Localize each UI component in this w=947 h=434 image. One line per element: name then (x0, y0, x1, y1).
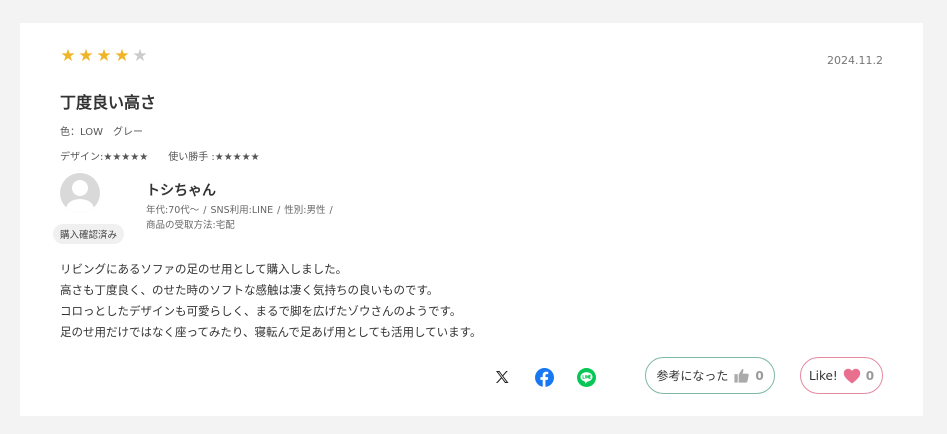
facebook-icon (534, 367, 554, 387)
share-x-button[interactable] (492, 367, 512, 387)
usability-rating: 使い勝手 :★★★★★ (168, 152, 260, 163)
review-body-line: 高さも丁度良く、のせた時のソフトな感触は凄く気持ちの良いものです。 (60, 283, 439, 297)
helpful-button[interactable]: 参考になった 0 (645, 357, 775, 394)
design-rating: デザイン:★★★★★ (60, 152, 149, 163)
star-filled-icon: ★ (60, 46, 76, 66)
review-date: 2024.11.2 (827, 54, 883, 67)
share-line-button[interactable] (576, 367, 596, 387)
star-filled-icon: ★ (78, 46, 94, 66)
like-button[interactable]: Like! 0 (800, 357, 883, 394)
review-body-line: コロっとしたデザインも可愛らしく、まるで脚を広げたゾウさんのようです。 (60, 304, 462, 318)
sub-ratings: デザイン:★★★★★ 使い勝手 :★★★★★ (60, 148, 260, 163)
star-rating: ★ ★ ★ ★ ★ (60, 48, 148, 65)
reviewer-sns: SNS利用:LINE (210, 205, 274, 216)
review-card: ★ ★ ★ ★ ★ 2024.11.2 丁度良い高さ 色：LOW グレー デザイ… (20, 23, 923, 416)
reviewer-receipt-method: 商品の受取方法:宅配 (146, 220, 235, 231)
reviewer-name: トシちゃん (146, 183, 216, 199)
reviewer-gender: 性別:男性 (284, 205, 326, 216)
share-facebook-button[interactable] (534, 367, 554, 387)
review-body-line: リビングにあるソファの足のせ用として購入しました。 (60, 262, 348, 276)
like-label: Like! (808, 368, 838, 383)
like-count: 0 (865, 368, 875, 383)
star-filled-icon: ★ (96, 46, 112, 66)
star-empty-icon: ★ (132, 46, 148, 66)
reviewer-meta: 年代:70代～ / SNS利用:LINE / 性別:男性 / 商品の受取方法:宅配 (146, 205, 333, 231)
x-icon (496, 371, 509, 383)
reviewer-age: 年代:70代～ (146, 205, 200, 216)
helpful-count: 0 (755, 368, 764, 383)
helpful-label: 参考になった (656, 369, 729, 383)
review-body: リビングにあるソファの足のせ用として購入しました。 高さも丁度良く、のせた時のソ… (60, 259, 481, 343)
line-icon (576, 367, 596, 387)
heart-icon (843, 368, 860, 383)
star-filled-icon: ★ (114, 46, 130, 66)
avatar (60, 173, 100, 213)
review-title: 丁度良い高さ (60, 93, 157, 112)
user-silhouette-icon (66, 180, 94, 213)
review-body-line: 足のせ用だけではなく座ってみたり、寝転んで足あげ用としても活用しています。 (60, 325, 482, 339)
thumbs-up-icon (734, 369, 750, 383)
verified-purchase-badge: 購入確認済み (53, 224, 125, 244)
product-variant: 色：LOW グレー (60, 127, 143, 138)
